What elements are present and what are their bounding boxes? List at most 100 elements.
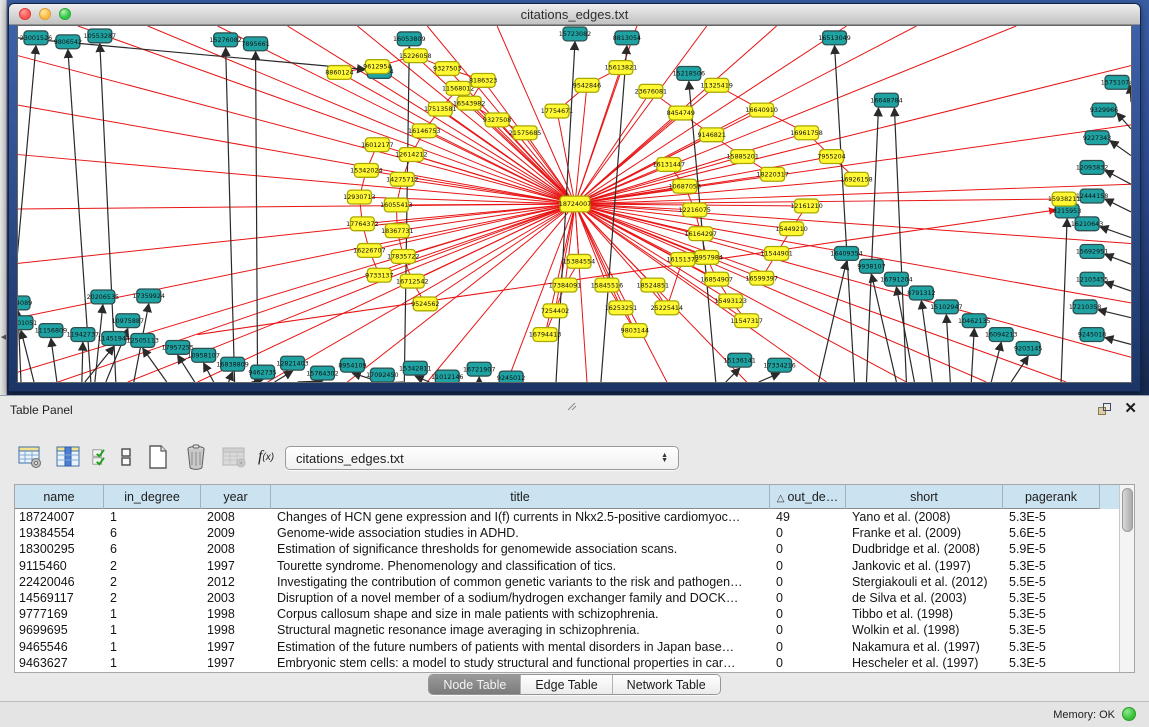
row-pair-icon[interactable] <box>118 443 134 471</box>
network-node[interactable]: 16210643 <box>1071 217 1103 231</box>
network-node[interactable]: 16146753 <box>408 124 440 138</box>
network-node[interactable]: 11451944 <box>98 332 130 346</box>
network-node[interactable]: 16055413 <box>380 198 412 212</box>
network-node[interactable]: 7895661 <box>241 37 269 51</box>
network-node[interactable]: 11547317 <box>730 314 762 328</box>
network-node[interactable]: 9612954 <box>363 60 391 74</box>
network-node[interactable]: 16838809 <box>216 357 248 371</box>
network-node[interactable]: 9329966 <box>1090 103 1118 117</box>
network-node[interactable]: 15692951 <box>1076 245 1108 259</box>
network-node[interactable]: 9134089 <box>18 296 32 310</box>
network-node[interactable]: 15723082 <box>559 27 591 41</box>
network-node[interactable]: 15449210 <box>775 222 807 236</box>
column-header-name[interactable]: name <box>15 485 104 509</box>
column-checklist-icon[interactable] <box>92 443 108 471</box>
network-node[interactable]: 17513581 <box>424 102 456 116</box>
network-node[interactable]: 9938107 <box>857 259 885 273</box>
network-node[interactable]: 9733137 <box>365 268 393 282</box>
network-node[interactable]: 16648784 <box>870 93 902 107</box>
network-node[interactable]: 17835722 <box>387 249 419 263</box>
network-node[interactable]: 15136141 <box>723 353 755 367</box>
network-node[interactable]: 16543982 <box>453 96 485 110</box>
network-node[interactable]: 15342024 <box>350 163 382 177</box>
network-node[interactable]: 25225414 <box>651 301 683 315</box>
network-node[interactable]: 17764372 <box>346 217 378 231</box>
network-node[interactable]: 15226058 <box>399 49 431 63</box>
network-node[interactable]: 15218506 <box>673 67 705 81</box>
network-node[interactable]: 16791204 <box>880 272 912 286</box>
column-header-title[interactable]: title <box>271 485 770 509</box>
network-node[interactable]: 16794413 <box>529 328 561 342</box>
table-row[interactable]: 1456911722003Disruption of a novel membe… <box>15 590 1119 606</box>
network-node[interactable]: 8860124 <box>325 66 353 80</box>
network-node[interactable]: 10462135 <box>958 314 990 328</box>
network-node[interactable]: 16409354 <box>830 247 862 261</box>
tab-node-table[interactable]: Node Table <box>429 675 521 694</box>
network-node[interactable]: 18220317 <box>756 167 788 181</box>
network-node[interactable]: 17210358 <box>1069 300 1101 314</box>
network-node[interactable]: 17754671 <box>541 104 573 118</box>
column-header-short[interactable]: short <box>846 485 1003 509</box>
function-builder-icon[interactable]: f(x) <box>258 443 274 471</box>
network-canvas[interactable]: 23001526980654210553287 152760827895661 16… <box>17 25 1132 383</box>
network-node[interactable]: 12444158 <box>1076 189 1108 203</box>
window-title-bar[interactable]: citations_edges.txt <box>9 4 1140 25</box>
network-node[interactable]: 9806542 <box>54 35 82 49</box>
network-node[interactable]: 8954109 <box>338 358 366 372</box>
network-node[interactable]: 9227343 <box>1083 131 1111 145</box>
network-node[interactable]: 17359924 <box>133 289 165 303</box>
table-source-select[interactable]: citations_edges.txt ▲▼ <box>285 446 679 470</box>
network-node[interactable]: 18724007 <box>559 196 591 212</box>
network-node[interactable]: 8186323 <box>469 73 497 87</box>
network-node[interactable]: 16012177 <box>361 138 393 152</box>
scrollbar-thumb[interactable] <box>1122 488 1133 532</box>
network-node[interactable]: 8813054 <box>613 31 641 45</box>
float-panel-icon[interactable] <box>1098 403 1113 416</box>
table-row[interactable]: 946362711997Embryonic stem cells: a mode… <box>15 655 1119 671</box>
column-header-year[interactable]: year <box>201 485 271 509</box>
network-node[interactable]: 12103455 <box>1076 272 1108 286</box>
network-node[interactable]: 16253251 <box>605 301 637 315</box>
network-node[interactable]: 16599397 <box>745 271 777 285</box>
column-header-in-degree[interactable]: in_degree <box>104 485 201 509</box>
network-node[interactable]: 11544901 <box>760 247 792 261</box>
network-node[interactable]: 16926158 <box>840 172 872 186</box>
network-node[interactable]: 12216075 <box>679 203 711 217</box>
new-table-icon[interactable] <box>144 443 172 471</box>
column-header-out-degree[interactable]: △out_de… <box>770 485 846 509</box>
network-node[interactable]: 11942737 <box>67 328 99 342</box>
network-node[interactable]: 11156809 <box>35 324 67 338</box>
network-node[interactable]: 15276082 <box>209 33 241 47</box>
network-node[interactable]: 9542846 <box>573 78 601 92</box>
network-node[interactable]: 7955204 <box>817 150 845 164</box>
table-row[interactable]: 977716911998Corpus callosum shape and si… <box>15 606 1119 622</box>
tab-edge-table[interactable]: Edge Table <box>521 675 612 694</box>
network-node[interactable]: 16854907 <box>701 272 733 286</box>
network-node[interactable]: 16131447 <box>653 158 685 172</box>
network-node[interactable]: 20206535 <box>87 290 119 304</box>
network-node[interactable]: 9245018 <box>1078 328 1106 342</box>
column-header-pagerank[interactable]: pagerank <box>1003 485 1100 509</box>
network-node[interactable]: 12821403 <box>276 356 308 370</box>
network-node[interactable]: 15384554 <box>563 254 595 268</box>
network-node[interactable]: 10553287 <box>84 29 116 43</box>
network-node[interactable]: 14275712 <box>386 172 418 186</box>
network-node[interactable]: 15613821 <box>605 61 637 75</box>
table-row[interactable]: 946554611997Estimation of the future num… <box>15 639 1119 655</box>
network-node[interactable]: 16226707 <box>353 244 385 258</box>
network-node[interactable]: 23001526 <box>20 31 52 45</box>
network-node[interactable]: 23676081 <box>635 84 667 98</box>
network-node[interactable]: 16164297 <box>685 227 717 241</box>
network-node[interactable]: 7254402 <box>541 304 569 318</box>
network-node[interactable]: 10958107 <box>187 348 219 362</box>
select-column-icon[interactable] <box>54 443 82 471</box>
network-node[interactable]: 16721907 <box>463 362 495 376</box>
table-row[interactable]: 969969511998Structural magnetic resonanc… <box>15 622 1119 638</box>
panel-collapse-arrow-icon[interactable]: ◀ <box>0 332 7 344</box>
network-node[interactable]: 10687053 <box>669 179 701 193</box>
network-node[interactable]: 12505113 <box>127 334 159 348</box>
network-node[interactable]: 12614212 <box>395 148 427 162</box>
network-node[interactable]: 15493123 <box>714 294 746 308</box>
network-node[interactable]: 18524851 <box>637 278 669 292</box>
network-node[interactable]: 9245012 <box>497 371 525 382</box>
